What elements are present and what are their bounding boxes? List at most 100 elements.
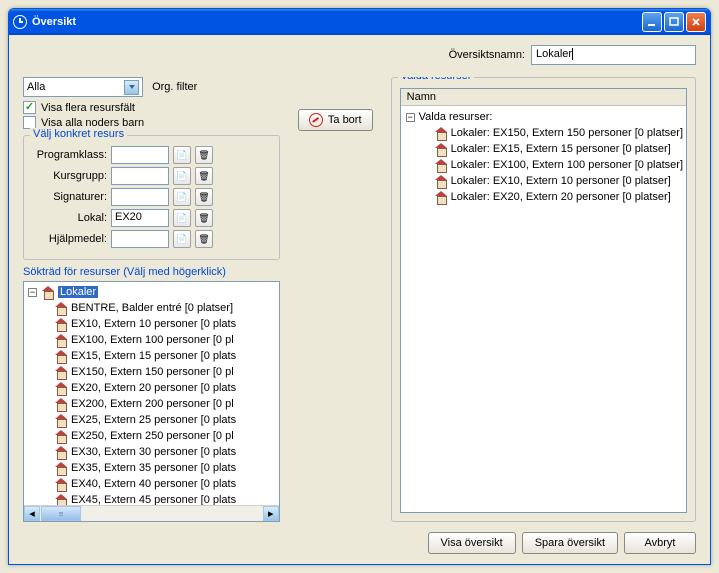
clear-icon[interactable]: 🗑 bbox=[195, 188, 213, 206]
browse-icon[interactable]: 📄 bbox=[173, 167, 191, 185]
collapse-icon[interactable]: − bbox=[406, 113, 415, 122]
tree-item[interactable]: EX250, Extern 250 personer [0 pl bbox=[26, 428, 277, 444]
tree-item-label: EX30, Extern 30 personer [0 plats bbox=[71, 446, 236, 458]
selected-item[interactable]: Lokaler: EX100, Extern 100 personer [0 p… bbox=[404, 157, 683, 173]
house-icon bbox=[54, 414, 68, 426]
clock-icon bbox=[13, 15, 27, 29]
selected-tree[interactable]: Namn − Valda resurser: Lokaler: EX150, E… bbox=[400, 88, 687, 513]
left-column: Alla Org. filter Visa flera resursfält V… bbox=[23, 77, 280, 522]
search-tree[interactable]: − Lokaler BENTRE, Balder entré [0 platse… bbox=[23, 281, 280, 522]
top-row: Översiktsnamn: Lokaler bbox=[23, 45, 696, 65]
selected-item-label: Lokaler: EX100, Extern 100 personer [0 p… bbox=[451, 159, 683, 171]
save-overview-button[interactable]: Spara översikt bbox=[522, 532, 618, 554]
show-all-children-label: Visa alla noders barn bbox=[41, 117, 144, 129]
browse-icon[interactable]: 📄 bbox=[173, 209, 191, 227]
selected-item[interactable]: Lokaler: EX15, Extern 15 personer [0 pla… bbox=[404, 141, 683, 157]
cancel-button[interactable]: Avbryt bbox=[624, 532, 696, 554]
selected-root-label: Valda resurser: bbox=[419, 111, 493, 123]
form-label: Programklass: bbox=[32, 149, 107, 161]
form-label: Kursgrupp: bbox=[32, 170, 107, 182]
middle-column: Ta bort bbox=[280, 77, 391, 522]
scroll-left-button[interactable]: ◂ bbox=[24, 506, 40, 521]
browse-icon[interactable]: 📄 bbox=[173, 230, 191, 248]
minimize-button[interactable] bbox=[642, 12, 662, 32]
scroll-thumb[interactable] bbox=[41, 506, 81, 521]
maximize-button[interactable] bbox=[664, 12, 684, 32]
scroll-track[interactable] bbox=[81, 506, 263, 521]
selected-root-node[interactable]: − Valda resurser: bbox=[404, 109, 683, 125]
concrete-resource-group: Välj konkret resurs Programklass:📄🗑Kursg… bbox=[23, 135, 280, 260]
concrete-resource-title: Välj konkret resurs bbox=[30, 128, 127, 140]
clear-icon[interactable]: 🗑 bbox=[195, 230, 213, 248]
house-icon bbox=[54, 478, 68, 490]
overview-name-label: Översiktsnamn: bbox=[449, 49, 525, 61]
tree-item[interactable]: EX40, Extern 40 personer [0 plats bbox=[26, 476, 277, 492]
tree-item[interactable]: EX150, Extern 150 personer [0 pl bbox=[26, 364, 277, 380]
selected-resources-title: Valda resurser bbox=[398, 77, 475, 82]
house-icon bbox=[54, 398, 68, 410]
close-button[interactable] bbox=[686, 12, 706, 32]
tree-root-node[interactable]: − Lokaler bbox=[26, 284, 277, 300]
house-icon bbox=[54, 318, 68, 330]
show-multiple-fields-row: Visa flera resursfält bbox=[23, 101, 280, 114]
tree-item[interactable]: EX30, Extern 30 personer [0 plats bbox=[26, 444, 277, 460]
tree-item-label: EX15, Extern 15 personer [0 plats bbox=[71, 350, 236, 362]
show-overview-button[interactable]: Visa översikt bbox=[428, 532, 516, 554]
form-input[interactable] bbox=[111, 167, 169, 185]
house-icon bbox=[434, 143, 448, 155]
tree-item[interactable]: EX100, Extern 100 personer [0 pl bbox=[26, 332, 277, 348]
house-icon bbox=[434, 127, 448, 139]
form-row: Signaturer:📄🗑 bbox=[32, 188, 271, 206]
collapse-icon[interactable]: − bbox=[28, 288, 37, 297]
org-filter-value: Alla bbox=[27, 81, 45, 93]
org-filter-select[interactable]: Alla bbox=[23, 77, 143, 97]
house-icon bbox=[54, 334, 68, 346]
selected-item-label: Lokaler: EX150, Extern 150 personer [0 p… bbox=[451, 127, 683, 139]
main-columns: Alla Org. filter Visa flera resursfält V… bbox=[23, 77, 696, 522]
clear-icon[interactable]: 🗑 bbox=[195, 167, 213, 185]
tree-item-label: EX20, Extern 20 personer [0 plats bbox=[71, 382, 236, 394]
house-icon bbox=[54, 382, 68, 394]
scroll-right-button[interactable]: ▸ bbox=[263, 506, 279, 521]
titlebar: Översikt bbox=[9, 9, 710, 35]
tree-item[interactable]: EX35, Extern 35 personer [0 plats bbox=[26, 460, 277, 476]
clear-icon[interactable]: 🗑 bbox=[195, 209, 213, 227]
overview-window: Översikt Översiktsnamn: Lokaler Alla bbox=[8, 8, 711, 565]
selected-item-label: Lokaler: EX20, Extern 20 personer [0 pla… bbox=[451, 191, 671, 203]
house-icon bbox=[434, 175, 448, 187]
window-controls bbox=[642, 12, 706, 32]
house-icon bbox=[434, 191, 448, 203]
overview-name-input[interactable]: Lokaler bbox=[531, 45, 696, 65]
selected-resources-group: Valda resurser Namn − Valda resurser: Lo… bbox=[391, 77, 696, 522]
remove-button[interactable]: Ta bort bbox=[298, 109, 373, 131]
tree-item[interactable]: EX20, Extern 20 personer [0 plats bbox=[26, 380, 277, 396]
form-input[interactable] bbox=[111, 146, 169, 164]
house-icon bbox=[54, 302, 68, 314]
window-title: Översikt bbox=[32, 16, 642, 28]
horizontal-scrollbar[interactable]: ◂ ▸ bbox=[24, 505, 279, 521]
house-icon bbox=[54, 366, 68, 378]
clear-icon[interactable]: 🗑 bbox=[195, 146, 213, 164]
browse-icon[interactable]: 📄 bbox=[173, 146, 191, 164]
browse-icon[interactable]: 📄 bbox=[173, 188, 191, 206]
show-multiple-fields-label: Visa flera resursfält bbox=[41, 102, 135, 114]
tree-item-label: EX150, Extern 150 personer [0 pl bbox=[71, 366, 234, 378]
tree-item[interactable]: BENTRE, Balder entré [0 platser] bbox=[26, 300, 277, 316]
form-input[interactable] bbox=[111, 188, 169, 206]
tree-item[interactable]: EX25, Extern 25 personer [0 plats bbox=[26, 412, 277, 428]
form-input[interactable]: EX20 bbox=[111, 209, 169, 227]
remove-button-label: Ta bort bbox=[328, 114, 362, 126]
tree-item[interactable]: EX10, Extern 10 personer [0 plats bbox=[26, 316, 277, 332]
form-input[interactable] bbox=[111, 230, 169, 248]
form-row: Programklass: 📄🗑 bbox=[32, 146, 271, 164]
show-multiple-fields-checkbox[interactable] bbox=[23, 101, 36, 114]
form-label: Hjälpmedel: bbox=[32, 233, 107, 245]
tree-item[interactable]: EX200, Extern 200 personer [0 pl bbox=[26, 396, 277, 412]
selected-item[interactable]: Lokaler: EX150, Extern 150 personer [0 p… bbox=[404, 125, 683, 141]
tree-item[interactable]: EX15, Extern 15 personer [0 plats bbox=[26, 348, 277, 364]
selected-item[interactable]: Lokaler: EX20, Extern 20 personer [0 pla… bbox=[404, 189, 683, 205]
form-row: Lokal:EX20📄🗑 bbox=[32, 209, 271, 227]
org-filter-label: Org. filter bbox=[152, 81, 197, 93]
house-icon bbox=[434, 159, 448, 171]
selected-item[interactable]: Lokaler: EX10, Extern 10 personer [0 pla… bbox=[404, 173, 683, 189]
